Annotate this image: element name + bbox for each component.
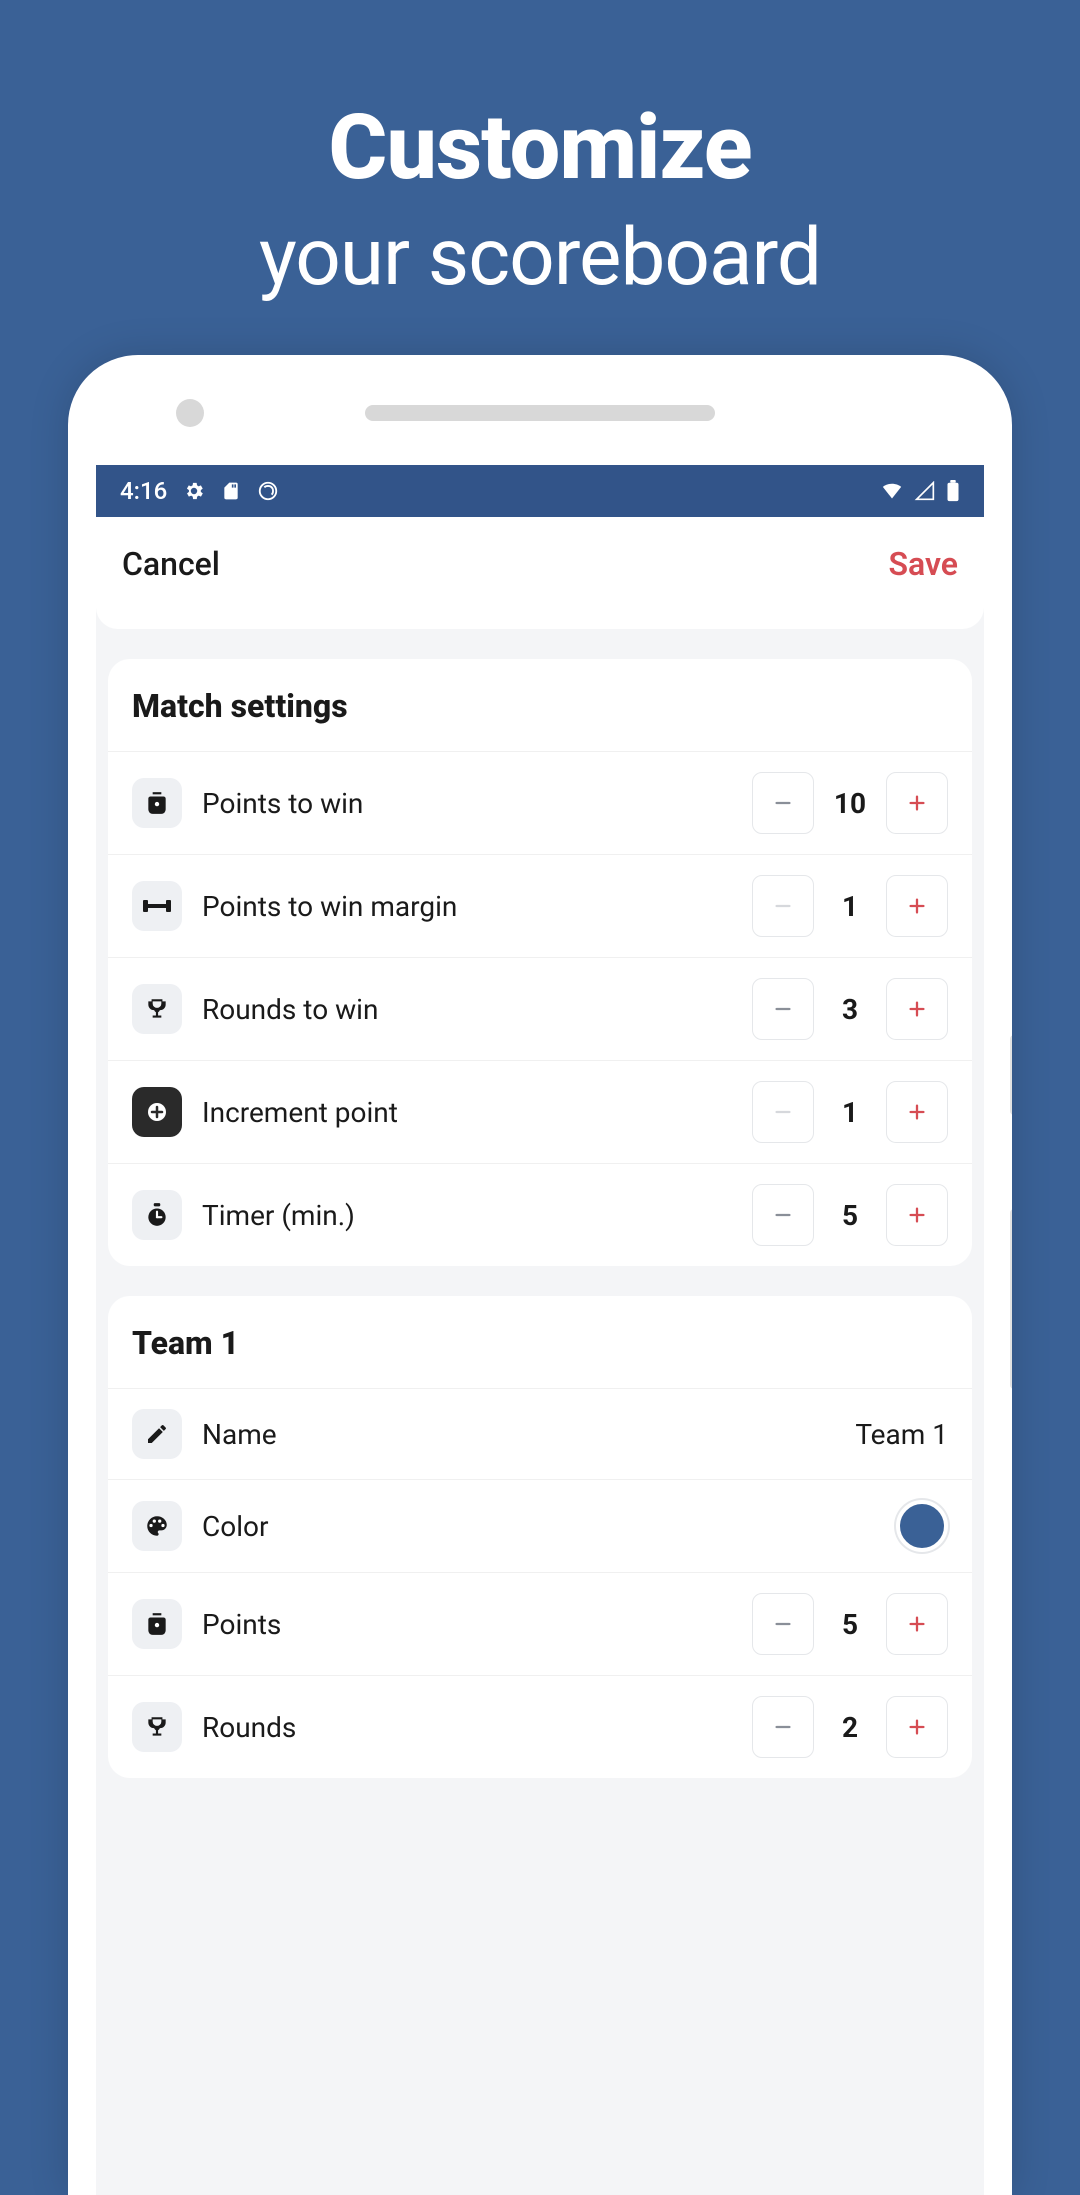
stopwatch-icon <box>132 1190 182 1240</box>
stepper-timer: 5 <box>752 1184 948 1246</box>
minus-button[interactable] <box>752 1696 814 1758</box>
stepper-value: 1 <box>814 1096 886 1129</box>
row-team-points: Points 5 <box>108 1572 972 1675</box>
row-increment-point: Increment point 1 <box>108 1060 972 1163</box>
pencil-icon <box>132 1409 182 1459</box>
trophy-icon <box>132 984 182 1034</box>
row-label: Points <box>182 1608 752 1641</box>
row-label: Color <box>182 1510 896 1543</box>
wifi-icon <box>880 481 904 501</box>
promo-header: Customize your scoreboard <box>0 0 1080 304</box>
plus-button[interactable] <box>886 1081 948 1143</box>
team1-title: Team 1 <box>108 1324 972 1388</box>
stepper-value: 10 <box>814 787 886 820</box>
row-label: Name <box>182 1418 855 1451</box>
save-button[interactable]: Save <box>888 545 958 583</box>
row-label: Rounds <box>182 1711 752 1744</box>
phone-frame: 4:16 <box>68 355 1012 2195</box>
stepper-value: 2 <box>814 1711 886 1744</box>
row-points-margin: Points to win margin 1 <box>108 854 972 957</box>
phone-side-button-top <box>1010 1035 1012 1115</box>
minus-button[interactable] <box>752 875 814 937</box>
stepper-value: 3 <box>814 993 886 1026</box>
camera-icon <box>176 399 204 427</box>
team1-card: Team 1 Name Team 1 Color <box>108 1296 972 1778</box>
plus-button[interactable] <box>886 875 948 937</box>
no-sim-icon <box>257 480 279 502</box>
row-timer: Timer (min.) 5 <box>108 1163 972 1266</box>
minus-button[interactable] <box>752 772 814 834</box>
gear-icon <box>183 480 205 502</box>
row-label: Points to win margin <box>182 890 752 923</box>
plus-button[interactable] <box>886 1593 948 1655</box>
row-points-to-win: Points to win 10 <box>108 751 972 854</box>
plus-button[interactable] <box>886 1696 948 1758</box>
minus-button[interactable] <box>752 1593 814 1655</box>
stepper-team-rounds: 2 <box>752 1696 948 1758</box>
screen: 4:16 <box>96 465 984 2195</box>
plus-button[interactable] <box>886 772 948 834</box>
plus-button[interactable] <box>886 1184 948 1246</box>
app-content: Cancel Save Match settings Points to win <box>96 517 984 1778</box>
status-bar: 4:16 <box>96 465 984 517</box>
stepper-value: 5 <box>814 1608 886 1641</box>
row-label: Points to win <box>182 787 752 820</box>
stepper-points-margin: 1 <box>752 875 948 937</box>
match-settings-title: Match settings <box>108 687 972 751</box>
match-settings-card: Match settings Points to win 10 <box>108 659 972 1266</box>
color-swatch[interactable] <box>896 1500 948 1552</box>
row-team-name[interactable]: Name Team 1 <box>108 1388 972 1479</box>
jar-icon <box>132 778 182 828</box>
jar-icon <box>132 1599 182 1649</box>
promo-subtitle: your scoreboard <box>0 210 1080 304</box>
status-time: 4:16 <box>120 477 167 505</box>
minus-button[interactable] <box>752 978 814 1040</box>
cancel-button[interactable]: Cancel <box>122 545 220 583</box>
row-label: Timer (min.) <box>182 1199 752 1232</box>
stepper-value: 1 <box>814 890 886 923</box>
stepper-value: 5 <box>814 1199 886 1232</box>
stepper-team-points: 5 <box>752 1593 948 1655</box>
plus-button[interactable] <box>886 978 948 1040</box>
row-team-rounds: Rounds 2 <box>108 1675 972 1778</box>
sd-card-icon <box>221 480 241 502</box>
row-label: Rounds to win <box>182 993 752 1026</box>
stepper-points-to-win: 10 <box>752 772 948 834</box>
palette-icon <box>132 1501 182 1551</box>
row-team-color[interactable]: Color <box>108 1479 972 1572</box>
barbell-icon <box>132 881 182 931</box>
promo-title: Customize <box>0 95 1080 200</box>
row-rounds-to-win: Rounds to win 3 <box>108 957 972 1060</box>
stepper-rounds-to-win: 3 <box>752 978 948 1040</box>
signal-icon <box>914 481 936 501</box>
phone-side-button-bottom <box>1010 1209 1012 1389</box>
row-label: Increment point <box>182 1096 752 1129</box>
plus-circle-icon <box>132 1087 182 1137</box>
speaker-icon <box>365 405 715 421</box>
battery-icon <box>946 480 960 502</box>
app-header: Cancel Save <box>96 517 984 629</box>
minus-button[interactable] <box>752 1184 814 1246</box>
minus-button[interactable] <box>752 1081 814 1143</box>
stepper-increment-point: 1 <box>752 1081 948 1143</box>
trophy-icon <box>132 1702 182 1752</box>
phone-notch <box>96 389 984 437</box>
team-name-value: Team 1 <box>855 1418 948 1451</box>
